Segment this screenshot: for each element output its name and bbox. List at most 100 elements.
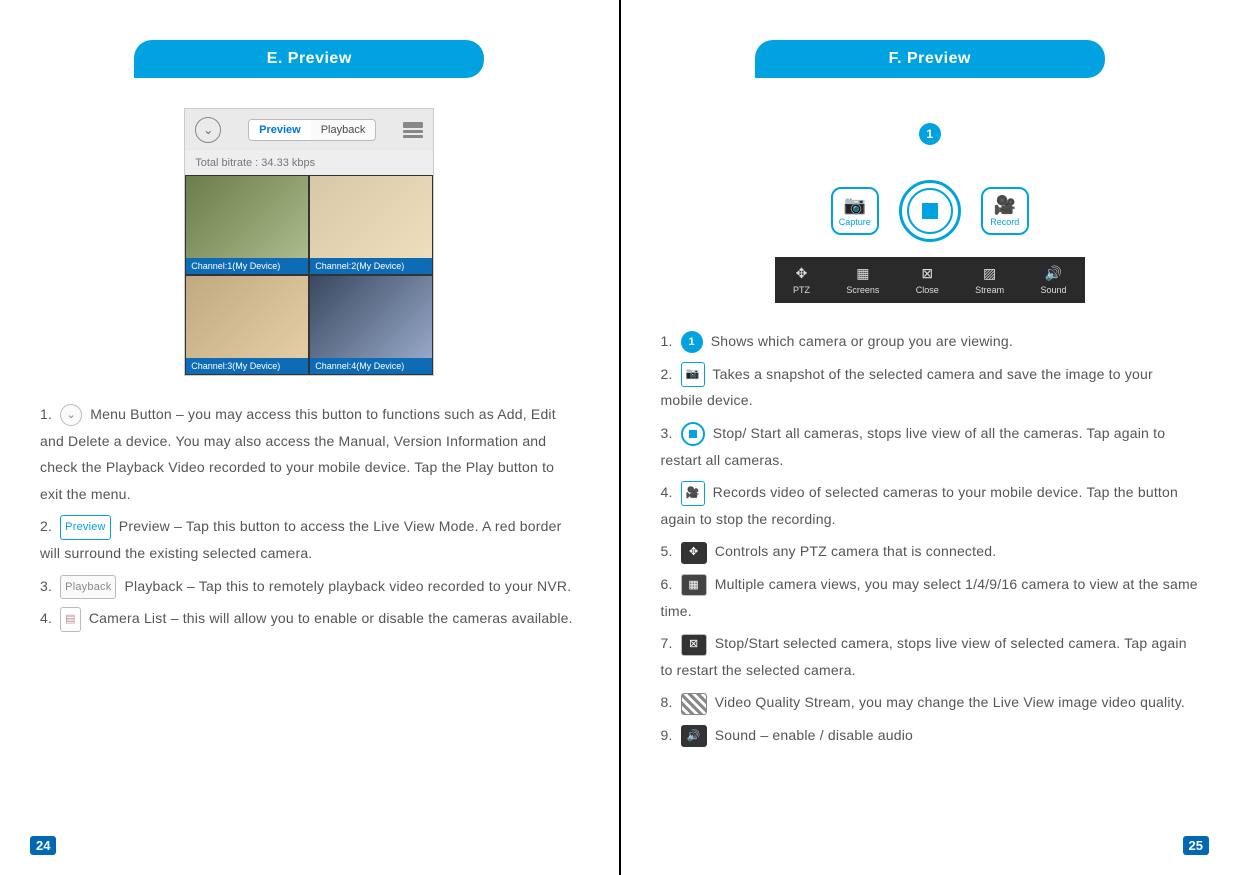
record-label: Record bbox=[990, 217, 1019, 227]
item-number: 8. bbox=[661, 694, 673, 710]
instructions-left: 1. ⌄ Menu Button – you may access this b… bbox=[40, 401, 579, 632]
stop-start-all-button bbox=[899, 180, 961, 242]
item-text: Records video of selected cameras to you… bbox=[661, 484, 1178, 527]
instruction-item: 2. 📷 Takes a snapshot of the selected ca… bbox=[661, 361, 1200, 414]
stream-icon: ▨ bbox=[983, 265, 996, 282]
item-number: 3. bbox=[40, 578, 52, 594]
bitrate-label: Total bitrate : 34.33 kbps bbox=[185, 151, 433, 175]
item-number: 5. bbox=[661, 543, 673, 559]
instruction-item: 3. Stop/ Start all cameras, stops live v… bbox=[661, 420, 1200, 473]
record-icon: 🎥 bbox=[681, 481, 705, 506]
screens-icon: ▦ bbox=[856, 265, 869, 282]
channel-label: Channel:3(My Device) bbox=[186, 358, 308, 374]
item-number: 2. bbox=[661, 366, 673, 382]
menu-chevron-icon: ⌄ bbox=[195, 117, 221, 143]
segment-playback: Playback bbox=[311, 120, 376, 140]
screens-label: Screens bbox=[846, 285, 879, 295]
item-text: Stop/Start selected camera, stops live v… bbox=[661, 635, 1187, 678]
item-number: 9. bbox=[661, 727, 673, 743]
instruction-item: 1. ⌄ Menu Button – you may access this b… bbox=[40, 401, 579, 507]
app-header: ⌄ Preview Playback bbox=[185, 109, 433, 151]
item-number: 2. bbox=[40, 518, 52, 534]
item-number: 7. bbox=[661, 635, 673, 651]
instruction-item: 3. Playback Playback – Tap this to remot… bbox=[40, 573, 579, 600]
item-number: 4. bbox=[40, 610, 52, 626]
capture-label: Capture bbox=[839, 217, 871, 227]
toolbar-ptz: ✥ PTZ bbox=[793, 265, 810, 295]
chevron-down-icon: ⌄ bbox=[60, 404, 82, 426]
ptz-icon: ✥ bbox=[681, 542, 707, 564]
sound-label: Sound bbox=[1041, 285, 1067, 295]
instruction-item: 7. ⊠ Stop/Start selected camera, stops l… bbox=[661, 630, 1200, 683]
item-text: Playback – Tap this to remotely playback… bbox=[125, 578, 572, 594]
page-number-right: 25 bbox=[1183, 836, 1209, 855]
item-text: Stop/ Start all cameras, stops live view… bbox=[661, 425, 1166, 468]
segmented-control: Preview Playback bbox=[248, 119, 376, 141]
page-number-left: 24 bbox=[30, 836, 56, 855]
item-number: 3. bbox=[661, 425, 673, 441]
item-number: 4. bbox=[661, 484, 673, 500]
instructions-right: 1. 1 Shows which camera or group you are… bbox=[661, 328, 1200, 749]
item-text: Camera List – this will allow you to ena… bbox=[89, 610, 573, 626]
instruction-item: 2. Preview Preview – Tap this button to … bbox=[40, 513, 579, 566]
channel-label: Channel:1(My Device) bbox=[186, 258, 308, 274]
controls-row: 📷Capture 🎥Record bbox=[775, 165, 1085, 257]
sound-icon: 🔊 bbox=[681, 725, 707, 747]
bottom-toolbar: ✥ PTZ ▦ Screens ⊠ Close ▨ Stream 🔊 Sound bbox=[775, 257, 1085, 303]
camera-list-icon bbox=[403, 122, 423, 138]
manual-page-left: E. Preview ⌄ Preview Playback Total bitr… bbox=[0, 0, 619, 875]
channel-tile: Channel:2(My Device) bbox=[309, 175, 433, 275]
instruction-item: 5. ✥ Controls any PTZ camera that is con… bbox=[661, 538, 1200, 565]
toolbar-stream: ▨ Stream bbox=[975, 265, 1004, 295]
close-icon: ⊠ bbox=[921, 265, 933, 282]
close-icon: ⊠ bbox=[681, 634, 707, 656]
instruction-item: 6. ▦ Multiple camera views, you may sele… bbox=[661, 571, 1200, 624]
grid-icon: ▦ bbox=[681, 574, 707, 596]
instruction-item: 8. Video Quality Stream, you may change … bbox=[661, 689, 1200, 716]
stop-all-icon bbox=[681, 422, 705, 446]
segment-preview: Preview bbox=[249, 120, 311, 140]
ptz-label: PTZ bbox=[793, 285, 810, 295]
toolbar-close: ⊠ Close bbox=[916, 265, 939, 295]
channel-tile: Channel:1(My Device) bbox=[185, 175, 309, 275]
channel-tile: Channel:4(My Device) bbox=[309, 275, 433, 375]
camera-icon: 📷 bbox=[681, 362, 705, 387]
channel-tile: Channel:3(My Device) bbox=[185, 275, 309, 375]
indicator-icon: 1 bbox=[681, 331, 703, 353]
camera-icon: 📷 bbox=[844, 195, 866, 216]
item-text: Menu Button – you may access this button… bbox=[40, 406, 556, 502]
instruction-item: 1. 1 Shows which camera or group you are… bbox=[661, 328, 1200, 355]
indicator-row: 1 bbox=[775, 108, 1085, 165]
stream-label: Stream bbox=[975, 285, 1004, 295]
toolbar-screens: ▦ Screens bbox=[846, 265, 879, 295]
close-label: Close bbox=[916, 285, 939, 295]
instruction-item: 9. 🔊 Sound – enable / disable audio bbox=[661, 722, 1200, 749]
item-text: Video Quality Stream, you may change the… bbox=[715, 694, 1185, 710]
instruction-item: 4. ▤ Camera List – this will allow you t… bbox=[40, 605, 579, 632]
sound-icon: 🔊 bbox=[1045, 265, 1062, 282]
item-text: Multiple camera views, you may select 1/… bbox=[661, 576, 1198, 619]
app-screenshot-left: ⌄ Preview Playback Total bitrate : 34.33… bbox=[184, 108, 434, 376]
manual-page-right: F. Preview 1 📷Capture 🎥Record ✥PTZ ▦Scre… bbox=[621, 0, 1239, 875]
section-title-e: E. Preview bbox=[134, 40, 484, 78]
item-text: Takes a snapshot of the selected camera … bbox=[661, 366, 1153, 409]
stream-quality-icon bbox=[681, 693, 707, 715]
camera-list-icon: ▤ bbox=[60, 607, 81, 632]
instruction-item: 4. 🎥 Records video of selected cameras t… bbox=[661, 479, 1200, 532]
playback-button-icon: Playback bbox=[60, 575, 116, 600]
item-number: 1. bbox=[661, 333, 673, 349]
record-icon: 🎥 bbox=[994, 195, 1016, 216]
capture-button: 📷Capture bbox=[831, 187, 879, 235]
app-screenshot-right: 1 📷Capture 🎥Record ✥ PTZ ▦ Screens ⊠ Close … bbox=[775, 108, 1085, 303]
item-text: Sound – enable / disable audio bbox=[715, 727, 913, 743]
toolbar-sound: 🔊 Sound bbox=[1041, 265, 1067, 295]
stop-icon bbox=[922, 203, 938, 219]
channel-label: Channel:4(My Device) bbox=[310, 358, 432, 374]
section-title-f: F. Preview bbox=[755, 40, 1105, 78]
camera-indicator-icon: 1 bbox=[919, 123, 941, 145]
channel-grid: Channel:1(My Device) Channel:2(My Device… bbox=[185, 175, 433, 375]
item-text: Shows which camera or group you are view… bbox=[711, 333, 1013, 349]
channel-label: Channel:2(My Device) bbox=[310, 258, 432, 274]
item-number: 6. bbox=[661, 576, 673, 592]
ptz-icon: ✥ bbox=[796, 265, 808, 282]
